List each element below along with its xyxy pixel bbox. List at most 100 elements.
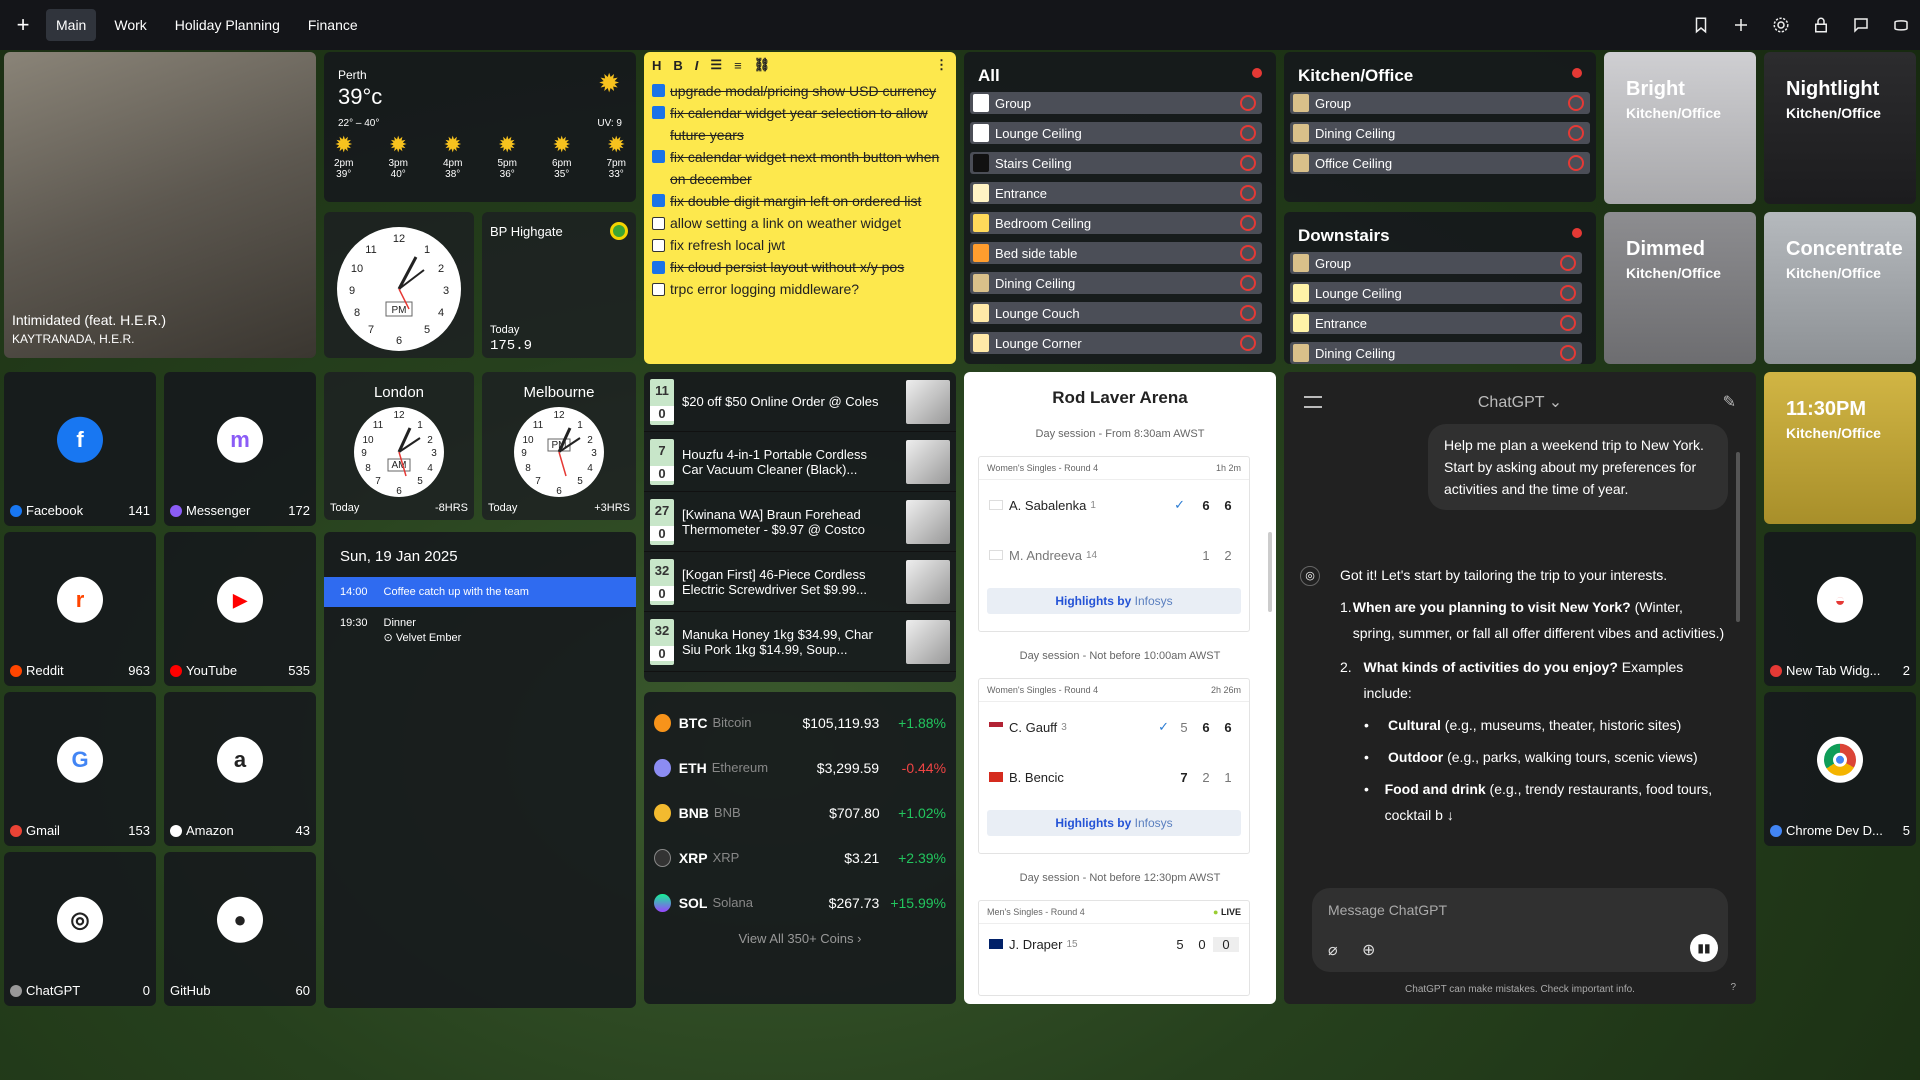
bold-button[interactable]: B	[673, 58, 682, 73]
power-icon[interactable]	[1560, 255, 1576, 271]
power-icon[interactable]	[1568, 155, 1584, 171]
help-button[interactable]: ?	[1730, 982, 1736, 993]
scene-nightlight[interactable]: Nightlight Kitchen/Office	[1764, 52, 1916, 204]
todo-item[interactable]: upgrade modal/pricing show USD currency	[652, 80, 948, 102]
vote-counter[interactable]: 70	[650, 438, 674, 485]
deal-item[interactable]: 27 0 [Kwinana WA] Braun Forehead Thermomet…	[644, 492, 956, 552]
lights-all-widget[interactable]: All Group Lounge Ceiling Stairs Ceiling …	[964, 52, 1276, 364]
scroll-down-icon[interactable]: ↓	[1447, 807, 1454, 823]
light-color-swatch[interactable]	[973, 244, 989, 262]
app-amazon[interactable]: a Amazon 43	[164, 692, 316, 846]
power-icon[interactable]	[1560, 345, 1576, 361]
checkbox[interactable]	[652, 216, 665, 230]
light-row[interactable]: Dining Ceiling	[970, 272, 1262, 294]
app-gmail[interactable]: G Gmail 153	[4, 692, 156, 846]
more-options-icon[interactable]: ⋮	[935, 57, 948, 73]
light-row[interactable]: Group	[970, 92, 1262, 114]
light-color-swatch[interactable]	[973, 214, 989, 232]
scrollbar[interactable]	[1268, 532, 1272, 612]
todo-item[interactable]: fix calendar widget year selection to al…	[652, 102, 948, 146]
light-color-swatch[interactable]	[973, 94, 989, 112]
app-youtube[interactable]: ▶ YouTube 535	[164, 532, 316, 686]
music-widget[interactable]: Intimidated (feat. H.E.R.) KAYTRANADA, H…	[4, 52, 316, 358]
light-color-swatch[interactable]	[973, 304, 989, 322]
light-color-swatch[interactable]	[973, 334, 989, 352]
light-row[interactable]: Lounge Couch	[970, 302, 1262, 324]
checkbox[interactable]	[652, 260, 665, 274]
power-icon[interactable]	[1240, 275, 1256, 291]
highlights-button[interactable]: Highlights by Infosys	[987, 588, 1241, 614]
power-icon[interactable]	[1240, 305, 1256, 321]
todo-item[interactable]: fix double digit margin left on ordered …	[652, 190, 948, 212]
scene-bright[interactable]: Bright Kitchen/Office	[1604, 52, 1756, 204]
gear-icon[interactable]	[1770, 14, 1792, 36]
match-card[interactable]: Men's Singles - Round 4 ● LIVE J. Draper 1…	[978, 900, 1250, 996]
app-facebook[interactable]: f Facebook 141	[4, 372, 156, 526]
app-chatgpt[interactable]: ◎ ChatGPT 0	[4, 852, 156, 1006]
light-color-swatch[interactable]	[973, 184, 989, 202]
scene-concentrate[interactable]: Concentrate Kitchen/Office	[1764, 212, 1916, 364]
bullet-list-icon[interactable]: ☰	[710, 57, 722, 73]
match-card[interactable]: Women's Singles - Round 4 1h 2m A. Sabale…	[978, 456, 1250, 632]
power-icon[interactable]	[1240, 185, 1256, 201]
deals-widget[interactable]: 11 0 $20 off $50 Online Order @ Coles 7 0 Ho…	[644, 372, 956, 682]
power-icon[interactable]	[1240, 245, 1256, 261]
tab-main[interactable]: Main	[46, 9, 97, 41]
power-icon[interactable]	[1568, 95, 1584, 111]
coin-row[interactable]: BTC Bitcoin $105,119.93 +1.88%	[644, 700, 956, 745]
app-chrome-dev[interactable]: Chrome Dev D... 5	[1764, 692, 1916, 846]
power-icon[interactable]	[1240, 215, 1256, 231]
fuel-price-widget[interactable]: BP Highgate Today 175.9	[482, 212, 636, 358]
todo-item[interactable]: fix cloud persist layout without x/y pos	[652, 256, 948, 278]
vote-counter[interactable]: 32 0	[650, 558, 674, 605]
light-row[interactable]: Lounge Ceiling	[970, 122, 1262, 144]
tab-work[interactable]: Work	[104, 9, 156, 41]
vote-counter[interactable]: 27 0	[650, 498, 674, 545]
scene-dimmed[interactable]: Dimmed Kitchen/Office	[1604, 212, 1756, 364]
deal-item[interactable]: 32 0 [Kogan First] 46-Piece Cordless Elect…	[644, 552, 956, 612]
light-color-swatch[interactable]	[973, 274, 989, 292]
vote-counter[interactable]: 32 0	[650, 618, 674, 665]
deal-item[interactable]: 32 0 Manuka Honey 1kg $34.99, Char Siu Por…	[644, 612, 956, 672]
app-github[interactable]: ● GitHub 60	[164, 852, 316, 1006]
todo-item[interactable]: allow setting a link on weather widget	[652, 212, 948, 234]
highlights-button[interactable]: Highlights by Infosys	[987, 810, 1241, 836]
scene-1130pm[interactable]: 11:30PM Kitchen/Office	[1764, 372, 1916, 524]
light-color-swatch[interactable]	[973, 124, 989, 142]
app-messenger[interactable]: m Messenger 172	[164, 372, 316, 526]
power-icon[interactable]	[1560, 285, 1576, 301]
light-row[interactable]: Entrance	[970, 182, 1262, 204]
vote-counter[interactable]: 11 0	[650, 378, 674, 425]
ordered-list-icon[interactable]: ≡	[734, 58, 742, 73]
power-icon[interactable]	[1240, 335, 1256, 351]
calendar-event[interactable]: 14:00 Coffee catch up with the team	[324, 577, 636, 607]
power-icon[interactable]	[1568, 125, 1584, 141]
link-icon[interactable]: ⛓	[754, 57, 771, 73]
power-icon[interactable]	[1240, 155, 1256, 171]
coin-row[interactable]: ETH Ethereum $3,299.59 -0.44%	[644, 745, 956, 790]
scrollbar[interactable]	[1736, 452, 1740, 622]
checkbox[interactable]	[652, 194, 665, 207]
light-color-swatch[interactable]	[1293, 124, 1309, 142]
light-row[interactable]: Dining Ceiling	[1290, 122, 1590, 144]
lock-icon[interactable]	[1810, 14, 1832, 36]
lights-downstairs-widget[interactable]: Downstairs Group Lounge Ceiling Entrance…	[1284, 212, 1596, 364]
weather-widget[interactable]: Perth 39°c 22° – 40° UV: 9 ✹ ✹ 2pm 39° ✹ 3p…	[324, 52, 636, 202]
tab-finance[interactable]: Finance	[298, 9, 368, 41]
checkbox[interactable]	[652, 84, 665, 97]
chatgpt-widget[interactable]: ChatGPT ⌄ ✎ Help me plan a weekend trip …	[1284, 372, 1756, 1004]
light-row[interactable]: Dining Ceiling	[1290, 342, 1582, 364]
coin-row[interactable]: SOL Solana $267.73 +15.99%	[644, 880, 956, 925]
feedback-icon[interactable]	[1850, 14, 1872, 36]
light-row[interactable]: Office Ceiling	[1290, 152, 1590, 174]
voice-mode-button[interactable]: ▮▮	[1690, 934, 1718, 962]
globe-icon[interactable]: ⊕	[1362, 940, 1375, 960]
discord-icon[interactable]	[1890, 14, 1912, 36]
italic-button[interactable]: I	[695, 58, 699, 73]
deal-item[interactable]: 7 0 Houzfu 4-in-1 Portable Cordless Car Va…	[644, 432, 956, 492]
lights-kitchen-widget[interactable]: Kitchen/Office Group Dining Ceiling Offi…	[1284, 52, 1596, 202]
coin-row[interactable]: XRP XRP $3.21 +2.39%	[644, 835, 956, 880]
calendar-widget[interactable]: Sun, 19 Jan 2025 14:00 Coffee catch up w…	[324, 532, 636, 1008]
calendar-event[interactable]: 19:30 Dinner ⊙ Velvet Ember	[324, 607, 636, 654]
new-chat-icon[interactable]: ✎	[1723, 392, 1736, 412]
